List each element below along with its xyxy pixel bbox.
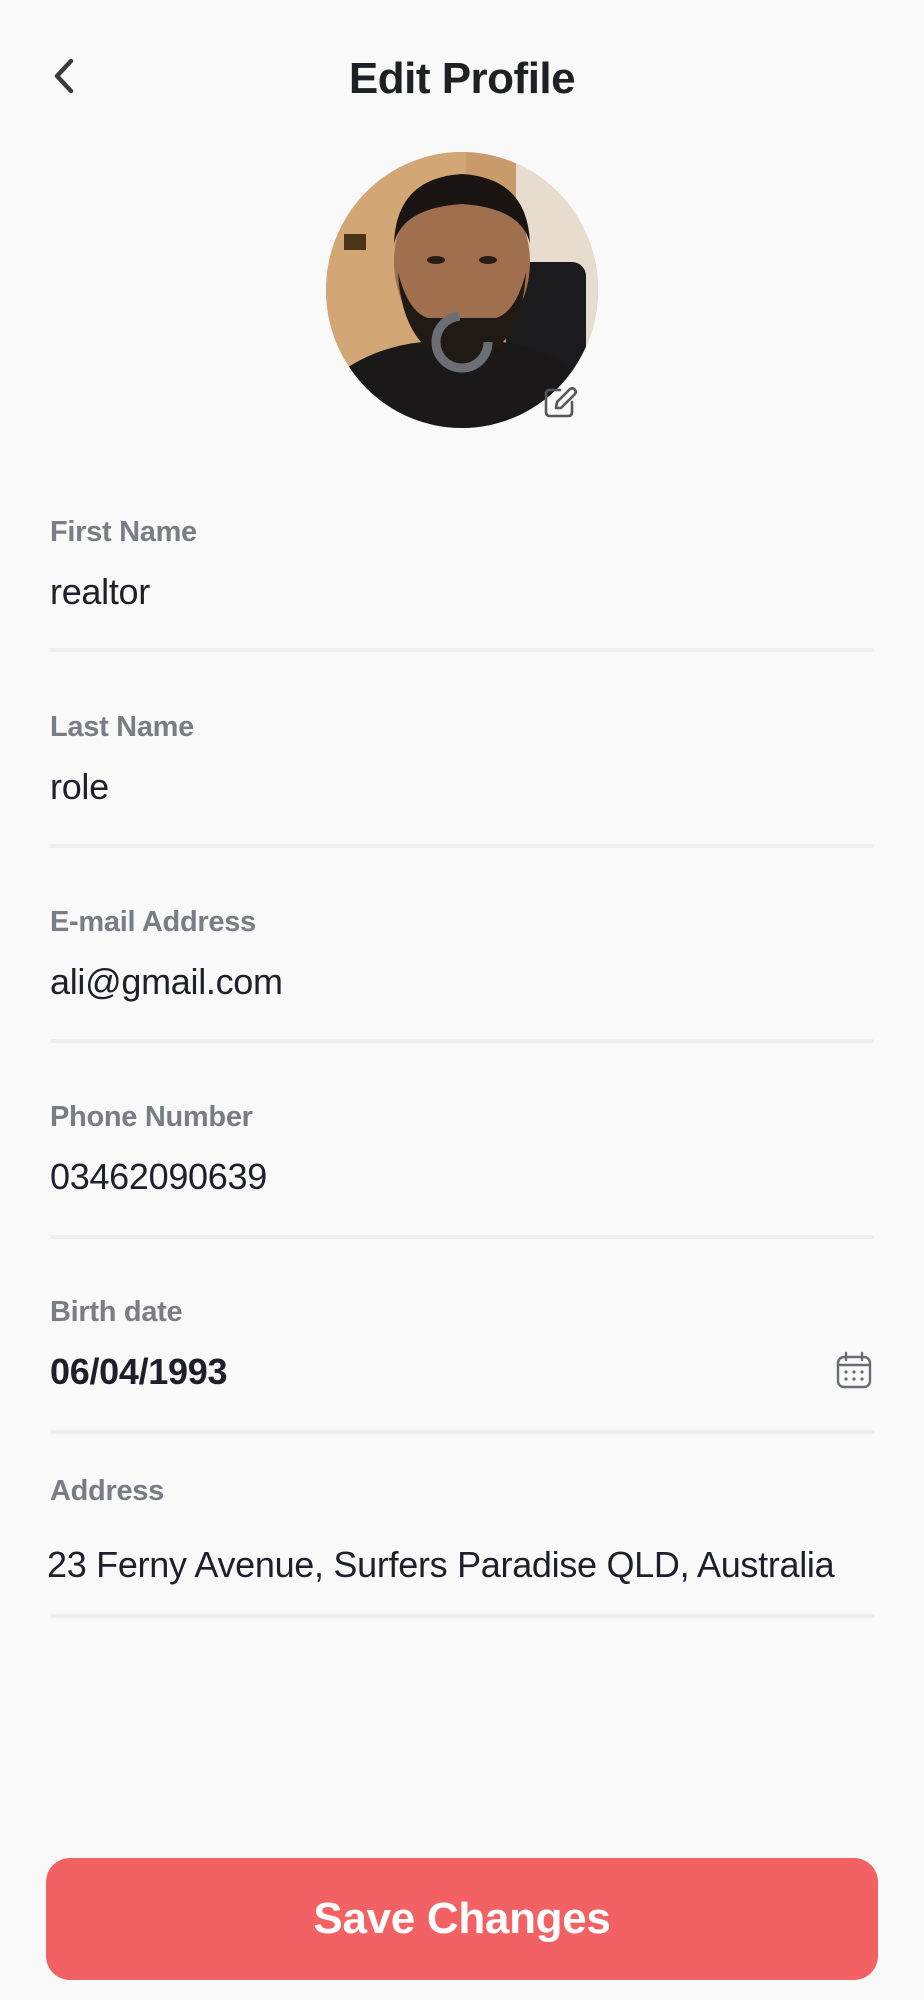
- address-field[interactable]: Address 23 Ferny Avenue, Surfers Paradis…: [47, 1475, 874, 1618]
- divider: [50, 1235, 874, 1239]
- divider: [50, 648, 874, 652]
- birth-date-field[interactable]: Birth date 06/04/1993: [50, 1296, 874, 1434]
- email-input[interactable]: ali@gmail.com: [50, 961, 874, 1003]
- phone-input[interactable]: 03462090639: [50, 1156, 874, 1198]
- last-name-label: Last Name: [50, 711, 194, 743]
- email-field[interactable]: E-mail Address ali@gmail.com: [50, 906, 874, 1043]
- phone-field[interactable]: Phone Number 03462090639: [50, 1101, 874, 1239]
- edit-pencil-icon: [542, 384, 578, 425]
- divider: [50, 1430, 874, 1434]
- last-name-field[interactable]: Last Name role: [50, 711, 874, 848]
- divider: [50, 1039, 874, 1043]
- divider: [50, 844, 874, 848]
- last-name-input[interactable]: role: [50, 766, 874, 808]
- save-changes-button[interactable]: Save Changes: [46, 1858, 878, 1980]
- edit-profile-screen: Edit Profile First Name realtor Last Nam…: [0, 0, 924, 2000]
- edit-photo-button[interactable]: [540, 384, 580, 424]
- date-picker-button[interactable]: [834, 1351, 874, 1394]
- first-name-input[interactable]: realtor: [50, 571, 874, 613]
- phone-label: Phone Number: [50, 1101, 253, 1133]
- page-title: Edit Profile: [348, 54, 576, 103]
- first-name-field[interactable]: First Name realtor: [50, 516, 874, 652]
- address-label: Address: [50, 1475, 164, 1507]
- birth-date-input[interactable]: 06/04/1993: [50, 1351, 874, 1393]
- birth-date-label: Birth date: [50, 1296, 183, 1328]
- email-label: E-mail Address: [50, 906, 256, 938]
- calendar-icon: [836, 1351, 872, 1394]
- divider: [50, 1614, 874, 1618]
- first-name-label: First Name: [50, 516, 197, 548]
- address-input[interactable]: 23 Ferny Avenue, Surfers Paradise QLD, A…: [47, 1544, 874, 1586]
